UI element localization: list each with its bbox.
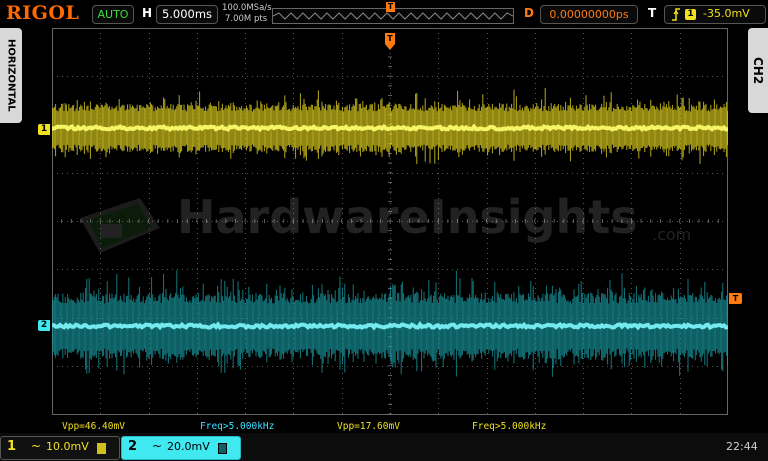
trigger-position-top-label: T bbox=[387, 2, 394, 11]
trigger-source-badge: 1 bbox=[685, 9, 696, 20]
sample-rate: 100.0MSa/s bbox=[222, 3, 272, 13]
rising-edge-icon bbox=[672, 8, 680, 21]
timebase-label: H bbox=[142, 6, 153, 20]
watermark-text: HardwareInsights bbox=[177, 190, 638, 244]
ch2-number: 2 bbox=[128, 439, 138, 454]
ch1-coupling: ~ bbox=[31, 439, 42, 453]
trigger-mode-badge[interactable]: AUTO bbox=[92, 5, 134, 24]
watermark: HardwareInsights .com bbox=[80, 190, 691, 253]
trigger-settings-box[interactable]: 1 -35.0mV bbox=[664, 5, 766, 24]
trigger-position-marker-label: T bbox=[387, 34, 393, 43]
memory-depth: 7.00M pts bbox=[225, 14, 268, 24]
watermark-suffix: .com bbox=[652, 225, 691, 244]
trigger-position-arrow bbox=[385, 44, 395, 50]
ch2-offset-marker[interactable]: 2 bbox=[38, 320, 50, 331]
trigger-source-label: 1 bbox=[687, 9, 694, 19]
measurement-vpp-ch1: Vpp=46.40mV bbox=[62, 421, 125, 432]
rigol-logo: RIGOL bbox=[6, 2, 80, 24]
waveform-display[interactable]: HardwareInsights .com Vpp=46.40mV Freq>5… bbox=[52, 28, 728, 432]
ch1-status[interactable]: 1 ~ 10.0mV bbox=[0, 436, 120, 460]
watermark-logo-icon bbox=[80, 198, 160, 253]
delay-value: 0.00000000ps bbox=[549, 8, 629, 21]
trigger-position-top-icon[interactable]: T bbox=[386, 2, 395, 12]
ch2-waveform bbox=[52, 270, 728, 377]
trigger-level: -35.0mV bbox=[703, 7, 750, 20]
horizontal-tab-label: HORIZONTAL bbox=[5, 39, 17, 112]
timebase-value: 5.000ms bbox=[161, 7, 213, 21]
ch1-trace bbox=[52, 123, 728, 133]
measurement-vpp-ch2: Vpp=17.60mV bbox=[337, 421, 400, 432]
clock: 22:44 bbox=[726, 440, 758, 453]
ch2-status[interactable]: 2 ~ 20.0mV bbox=[121, 436, 241, 460]
channel-status-bar: 1 ~ 10.0mV 2 ~ 20.0mV 22:44 bbox=[0, 433, 768, 461]
ch2-menu-tab[interactable]: CH2 bbox=[748, 28, 768, 113]
ch1-number: 1 bbox=[7, 439, 17, 454]
top-status-bar: RIGOL AUTO H 5.000ms 100.0MSa/s 7.00M pt… bbox=[0, 0, 768, 28]
trigger-label: T bbox=[648, 6, 657, 20]
waveform-canvas: HardwareInsights .com bbox=[52, 28, 728, 415]
trigger-level-marker-label: T bbox=[732, 294, 739, 303]
trigger-position-marker[interactable]: T bbox=[385, 33, 395, 44]
ch1-scale: 10.0mV bbox=[46, 440, 89, 453]
delay-label: D bbox=[524, 6, 534, 20]
ch2-offset-marker-label: 2 bbox=[40, 320, 48, 330]
ch2-bandwidth-icon bbox=[218, 443, 227, 454]
ch1-offset-marker[interactable]: 1 bbox=[38, 124, 50, 135]
ch1-offset-marker-label: 1 bbox=[40, 124, 48, 134]
ch1-bandwidth-icon bbox=[97, 443, 106, 454]
trigger-level-marker[interactable]: T bbox=[729, 293, 742, 304]
ch2-scale: 20.0mV bbox=[167, 440, 210, 453]
timebase-value-box[interactable]: 5.000ms bbox=[156, 5, 218, 24]
delay-value-box[interactable]: 0.00000000ps bbox=[540, 5, 638, 24]
ch2-tab-label: CH2 bbox=[751, 56, 765, 85]
measurement-freq-ch2: Freq>5.000kHz bbox=[472, 421, 547, 432]
measurement-freq-ch1: Freq>5.000kHz bbox=[200, 421, 275, 432]
ch2-coupling: ~ bbox=[152, 439, 163, 453]
trigger-mode-label: AUTO bbox=[97, 8, 129, 21]
horizontal-menu-tab[interactable]: HORIZONTAL bbox=[0, 28, 22, 123]
ch1-waveform bbox=[52, 87, 728, 165]
ch2-trace bbox=[52, 321, 728, 331]
